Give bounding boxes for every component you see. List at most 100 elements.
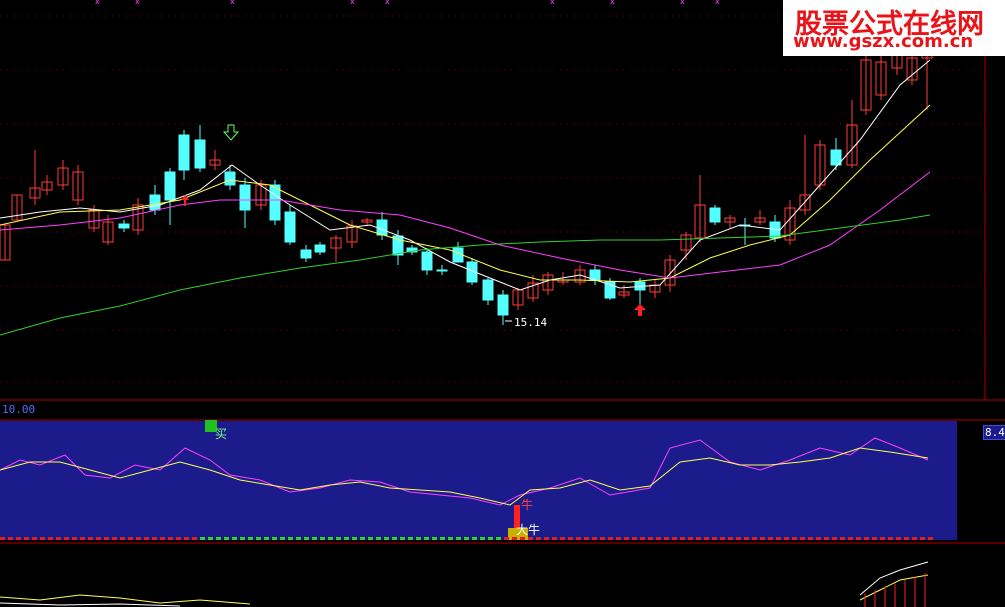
bottom-line-2 [0,602,181,607]
signal-dash [704,537,709,540]
signal-dash [760,537,765,540]
signal-dash [248,537,253,540]
indicator-current-value: 8.40 [983,425,1005,440]
signal-dash [776,537,781,540]
signal-dash [152,537,157,540]
signal-dash [424,537,429,540]
signal-dash [832,537,837,540]
signal-dash [288,537,293,540]
signal-dash [336,537,341,540]
signal-dash [728,537,733,540]
signal-dash [184,537,189,540]
signal-dash [568,537,573,540]
signal-dash [816,537,821,540]
signal-dash [576,537,581,540]
signal-dash [488,537,493,540]
signal-dash [56,537,61,540]
signal-dash [840,537,845,540]
signal-dash [104,537,109,540]
kline-chart[interactable]: xxxxxxxxx [0,0,1005,607]
signal-dash [8,537,13,540]
signal-dash [432,537,437,540]
candle-body [164,171,176,201]
signal-dash [472,537,477,540]
signal-dash [400,537,405,540]
signal-dash [88,537,93,540]
signal-dash [872,537,877,540]
signal-dash [640,537,645,540]
candle-body [709,207,721,223]
signal-dash [408,537,413,540]
signal-dash [272,537,277,540]
signal-dash [616,537,621,540]
signal-dash [16,537,21,540]
signal-dash [856,537,861,540]
buy-arrow-icon [634,304,646,316]
signal-dash [440,537,445,540]
signal-dash [752,537,757,540]
indicator-panel-bg [0,421,957,540]
bottom-line-1 [0,594,251,605]
signal-dash [80,537,85,540]
candle-body [194,139,206,169]
ma10-line [0,104,931,283]
candle-body [314,244,326,253]
signal-dash [392,537,397,540]
signal-dash [32,537,37,540]
signal-dash [496,537,501,540]
signal-dash [888,537,893,540]
signal-dash [896,537,901,540]
candle-body [482,279,494,301]
signal-dash [264,537,269,540]
signal-dash [632,537,637,540]
signal-dash [920,537,925,540]
low-price-label: 15.14 [514,316,548,329]
signal-dash [624,537,629,540]
signal-dash [656,537,661,540]
signal-dash [40,537,45,540]
signal-dash [120,537,125,540]
watermark-url: www.gszx.com.cn [793,31,974,52]
signal-dash [360,537,365,540]
signal-dash [592,537,597,540]
candle-body [178,134,190,171]
signal-label-2: 大牛 [516,523,541,537]
indicator-top-value: 10.00 [2,403,36,416]
signal-dash [48,537,53,540]
signal-dash [192,537,197,540]
signal-dash [136,537,141,540]
top-marker: x [715,0,720,6]
signal-dash [600,537,605,540]
signal-dash [848,537,853,540]
signal-dash [736,537,741,540]
candle-body [239,184,251,211]
signal-dash [352,537,357,540]
signal-dash [504,537,509,540]
signal-dash [880,537,885,540]
signal-dash [128,537,133,540]
top-marker: x [230,0,235,6]
signal-dash [112,537,117,540]
signal-dash [808,537,813,540]
signal-dash [312,537,317,540]
signal-dash [696,537,701,540]
signal-dash [296,537,301,540]
top-marker: x [610,0,615,6]
signal-dash [320,537,325,540]
candle-body [421,251,433,271]
candle-body [300,249,312,259]
signal-dash [744,537,749,540]
signal-dash [384,537,389,540]
top-marker: x [95,0,100,6]
signal-dash [216,537,221,540]
candle-body [224,171,236,186]
signal-dash [768,537,773,540]
signal-dash [256,537,261,540]
signal-dash [680,537,685,540]
stock-chart-window: xxxxxxxxx 股票公式在线网 www.gszx.com.cn 15.14 … [0,0,1005,607]
candle-body [436,269,448,272]
candle-body [118,223,130,229]
top-marker: x [350,0,355,6]
signal-dash [240,537,245,540]
signal-dash [64,537,69,540]
